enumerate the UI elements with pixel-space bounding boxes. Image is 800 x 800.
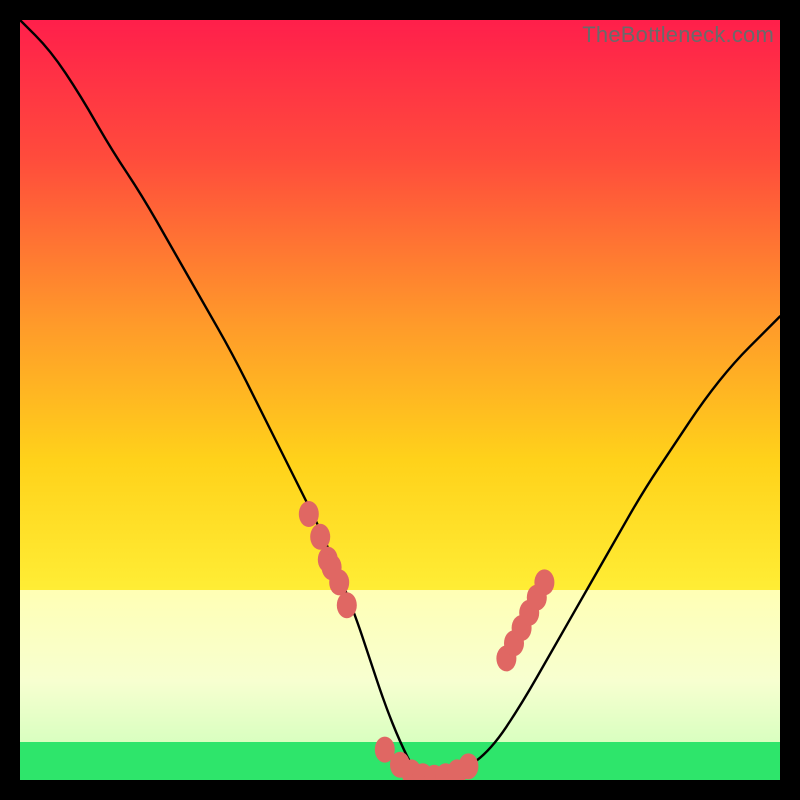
chart-frame: TheBottleneck.com — [20, 20, 780, 780]
data-marker — [329, 569, 349, 595]
pale-yellow-band — [20, 590, 780, 742]
watermark-text: TheBottleneck.com — [582, 22, 774, 48]
data-marker — [310, 524, 330, 550]
data-marker — [458, 753, 478, 779]
chart-svg — [20, 20, 780, 780]
data-marker — [299, 501, 319, 527]
data-marker — [337, 592, 357, 618]
data-marker — [534, 569, 554, 595]
